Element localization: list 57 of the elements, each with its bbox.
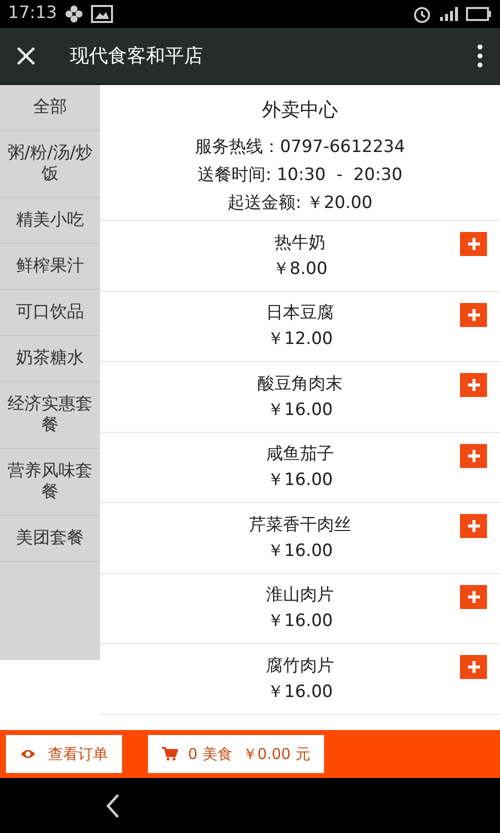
clock-time: 17:13 bbox=[8, 2, 57, 26]
cart-summary[interactable]: 0 美食 ￥0.00 元 bbox=[148, 735, 324, 773]
category-item[interactable]: 营养风味套餐 bbox=[0, 449, 100, 516]
header-title: 现代食客和平店 bbox=[70, 44, 203, 69]
category-item[interactable]: 全部 bbox=[0, 85, 100, 131]
dish-price: ￥16.00 bbox=[267, 540, 333, 563]
dish-name: 热牛奶 bbox=[274, 232, 326, 255]
info-title: 外卖中心 bbox=[262, 98, 338, 123]
signal-icon bbox=[440, 7, 458, 21]
category-item[interactable]: 粥/粉/汤/炒饭 bbox=[0, 131, 100, 198]
plus-icon bbox=[468, 308, 480, 320]
more-icon[interactable] bbox=[476, 44, 484, 68]
dish-price: ￥12.00 bbox=[267, 328, 333, 352]
cart-icon bbox=[162, 747, 178, 761]
add-button[interactable] bbox=[460, 302, 487, 326]
category-item[interactable]: 鲜榨果汁 bbox=[0, 244, 100, 290]
plus-icon bbox=[468, 238, 480, 250]
dish-price: ￥16.00 bbox=[267, 610, 333, 634]
dish-price: ￥8.00 bbox=[272, 258, 328, 281]
plus-icon bbox=[468, 520, 480, 532]
dish-name: 日本豆腐 bbox=[266, 302, 334, 326]
dish-price: ￥16.00 bbox=[267, 469, 333, 492]
add-button[interactable] bbox=[460, 514, 487, 538]
info-line: 服务热线：0797-6612234 bbox=[194, 136, 406, 159]
add-button[interactable] bbox=[460, 584, 487, 608]
dish-name: 腐竹肉片 bbox=[266, 654, 334, 678]
cart-total: ￥0.00 元 bbox=[242, 744, 310, 765]
category-item[interactable]: 美团套餐 bbox=[0, 516, 100, 562]
info-line: 送餐时间: 10:30 - 20:30 bbox=[198, 164, 402, 187]
pinwheel-icon bbox=[65, 5, 83, 23]
back-icon[interactable] bbox=[105, 792, 121, 818]
plus-icon bbox=[468, 450, 480, 462]
alarm-icon bbox=[412, 4, 432, 24]
close-icon[interactable] bbox=[16, 46, 36, 66]
add-button[interactable] bbox=[460, 444, 487, 468]
dish-name: 酸豆角肉末 bbox=[258, 372, 342, 396]
dish-name: 咸鱼茄子 bbox=[266, 443, 334, 466]
category-item[interactable]: 经济实惠套餐 bbox=[0, 382, 100, 449]
category-item[interactable]: 奶茶糖水 bbox=[0, 336, 100, 382]
battery-icon bbox=[466, 6, 492, 22]
dish-name: 淮山肉片 bbox=[266, 584, 334, 608]
eye-icon bbox=[20, 748, 36, 760]
view-orders-button[interactable]: 查看订单 bbox=[6, 735, 122, 773]
plus-icon bbox=[468, 661, 480, 673]
category-item[interactable]: 精美小吃 bbox=[0, 198, 100, 244]
info-line: 起送金额: ￥20.00 bbox=[228, 192, 372, 215]
add-button[interactable] bbox=[460, 655, 487, 679]
dish-price: ￥16.00 bbox=[267, 680, 333, 704]
plus-icon bbox=[468, 379, 480, 391]
category-item[interactable]: 可口饮品 bbox=[0, 290, 100, 336]
image-icon bbox=[91, 5, 113, 23]
add-button[interactable] bbox=[460, 232, 487, 256]
dish-name: 芹菜香干肉丝 bbox=[249, 514, 351, 537]
dish-price: ￥16.00 bbox=[267, 398, 333, 422]
add-button[interactable] bbox=[460, 373, 487, 397]
cart-count: 0 美食 bbox=[188, 744, 232, 765]
plus-icon bbox=[468, 590, 480, 602]
